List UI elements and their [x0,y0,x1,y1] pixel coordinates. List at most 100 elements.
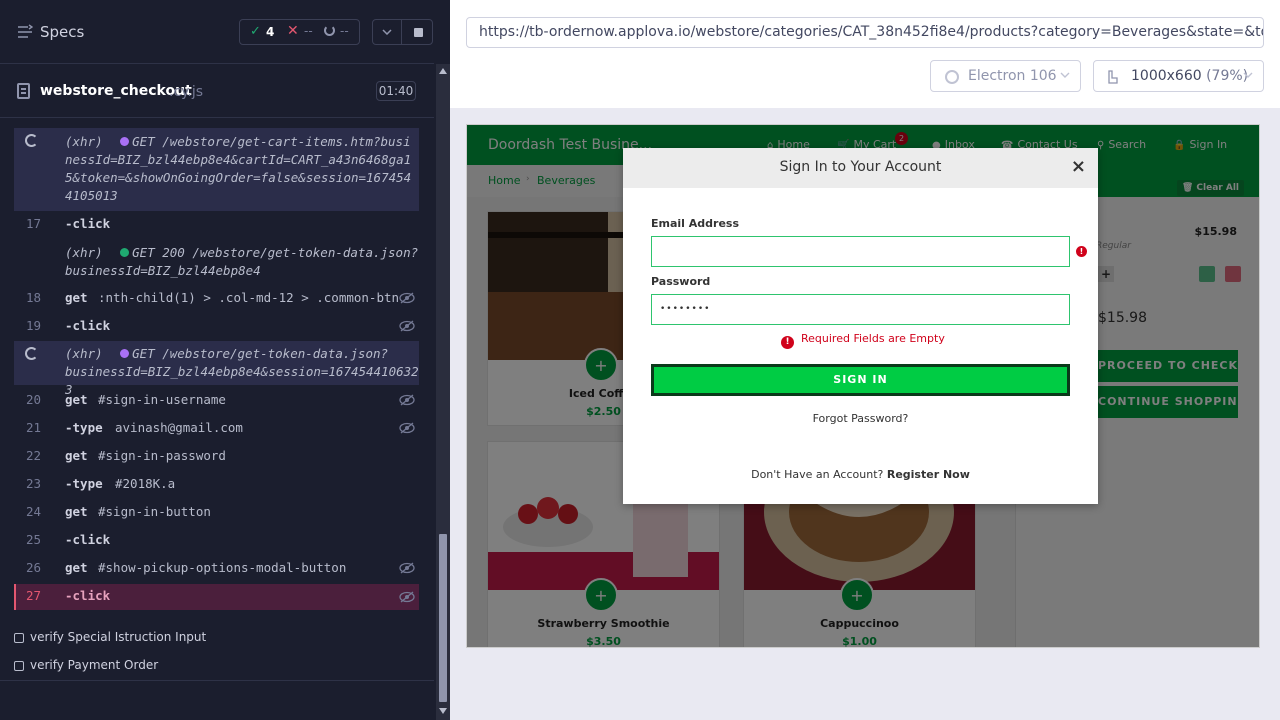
command-number: 17 [26,216,42,231]
command-number: 18 [26,290,42,305]
command-number: 26 [26,560,42,575]
xhr-message: (xhr) GET 200 /webstore/get-token-data.j… [65,245,419,278]
command-number: 24 [26,504,42,519]
stop-icon [414,28,423,37]
xhr-message: (xhr) GET /webstore/get-cart-items.htm?b… [65,134,412,203]
command-number: 21 [26,420,42,435]
command-row[interactable]: 22 get #sign-in-password [14,448,419,466]
command-name: get [65,560,88,575]
password-label: Password [651,275,711,288]
spinner-icon [25,134,38,147]
test-stats: ✓ 4 ✕ -- -- [239,19,360,45]
command-message: #show-pickup-options-modal-button [98,560,347,575]
specs-title[interactable]: Specs [40,23,84,41]
command-message: #2018K.a [115,476,176,491]
command-name: -click [65,532,111,547]
spec-file-ext: .cy.js [169,84,204,100]
url-bar[interactable]: https://tb-ordernow.applova.io/webstore/… [466,17,1264,48]
file-icon [17,83,30,99]
modal-header: Sign In to Your Account × [623,148,1098,188]
eye-slash-icon[interactable] [399,562,415,574]
xhr-message: (xhr) GET /webstore/get-token-data.json?… [65,346,419,397]
eye-slash-icon[interactable] [399,292,415,304]
test-title: verify Payment Order [30,658,159,672]
no-account-text: Don't Have an Account? [751,468,884,481]
command-name: -click [65,318,111,333]
chevron-down-icon [382,29,392,35]
pending-dot-icon [120,137,130,146]
electron-icon [945,70,959,84]
pending-count: -- [340,24,349,38]
command-message: avinash@gmail.com [115,420,243,435]
x-icon: ✕ [287,23,299,39]
pending-test-icon [14,661,24,671]
password-field[interactable]: •••••••• [651,294,1070,325]
command-number: 23 [26,476,42,491]
command-number: 27 [26,588,42,603]
command-name: -click [65,588,111,603]
command-row[interactable]: 17 -click [14,216,419,234]
spec-file-header: webstore_checkout .cy.js 01:40 [0,64,434,118]
close-icon[interactable]: × [1071,158,1086,176]
modal-title: Sign In to Your Account [779,159,942,175]
command-name: -click [65,216,111,231]
email-label: Email Address [651,217,740,230]
passed-count: 4 [266,25,275,39]
viewport-size: 1000x660 [1131,68,1202,84]
command-number: 19 [26,318,42,333]
success-dot-icon [120,248,130,257]
stop-button[interactable] [401,19,433,45]
command-row[interactable]: 19 -click [14,318,419,336]
sign-in-modal: Sign In to Your Account × Email Address … [623,148,1098,504]
failed-count: -- [304,24,313,38]
scroll-up-icon[interactable] [439,68,447,74]
chevron-down-icon [1243,72,1253,78]
browser-selector[interactable]: Electron 106 [930,60,1081,92]
viewport-selector[interactable]: 1000x660 (79%) [1093,60,1264,92]
command-row[interactable]: 23 -type #2018K.a [14,476,419,494]
test-title: verify Special Istruction Input [30,630,207,644]
eye-slash-icon[interactable] [399,394,415,406]
email-field[interactable] [651,236,1070,267]
command-row[interactable]: 18 get :nth-child(1) > .col-md-12 > .com… [14,290,419,308]
command-row[interactable]: 25 -click [14,532,419,550]
ruler-icon [1108,70,1118,84]
command-row-active[interactable]: 27 -click [14,584,419,610]
chevron-down-icon [1060,72,1070,78]
command-row-xhr[interactable]: (xhr) GET /webstore/get-token-data.json?… [14,341,419,397]
command-row[interactable]: 26 get #show-pickup-options-modal-button [14,560,419,578]
eye-slash-icon[interactable] [399,422,415,434]
command-name: -type [65,420,103,435]
command-message: #sign-in-username [98,392,226,407]
pending-dot-icon [120,349,130,358]
pending-icon [324,25,335,36]
eye-slash-icon[interactable] [399,320,415,332]
register-now-link[interactable]: Register Now [887,468,970,481]
error-icon: ! [1076,246,1087,257]
cypress-reporter: Specs ✓ 4 ✕ -- -- webstore_checkout .cy.… [0,0,450,720]
scrollbar-thumb[interactable] [439,534,447,702]
eye-slash-icon[interactable] [399,591,415,603]
command-row-xhr[interactable]: (xhr) GET 200 /webstore/get-token-data.j… [14,244,419,282]
required-fields-error: ! Required Fields are Empty [781,332,945,349]
divider [0,680,434,681]
check-icon: ✓ [250,24,261,39]
app-under-test-panel: https://tb-ordernow.applova.io/webstore/… [450,0,1280,720]
error-text: Required Fields are Empty [801,332,945,345]
command-row[interactable]: 20 get #sign-in-username [14,392,419,410]
specs-list-icon[interactable] [17,24,33,40]
pending-test-icon [14,633,24,643]
command-row[interactable]: 21 -type avinash@gmail.com [14,420,419,438]
forgot-password-link[interactable]: Forgot Password? [623,412,1098,425]
scroll-down-icon[interactable] [439,708,447,714]
command-row-xhr[interactable]: (xhr) GET /webstore/get-cart-items.htm?b… [14,128,419,211]
command-log: (xhr) GET /webstore/get-cart-items.htm?b… [0,118,434,680]
command-row[interactable]: 24 get #sign-in-button [14,504,419,522]
reporter-scrollbar[interactable] [436,64,450,720]
command-name: get [65,504,88,519]
viewport-scale: (79%) [1206,68,1249,84]
sign-in-button[interactable]: SIGN IN [651,364,1070,396]
options-dropdown-button[interactable] [372,19,402,45]
run-duration: 01:40 [376,81,416,101]
spinner-icon [25,347,38,360]
